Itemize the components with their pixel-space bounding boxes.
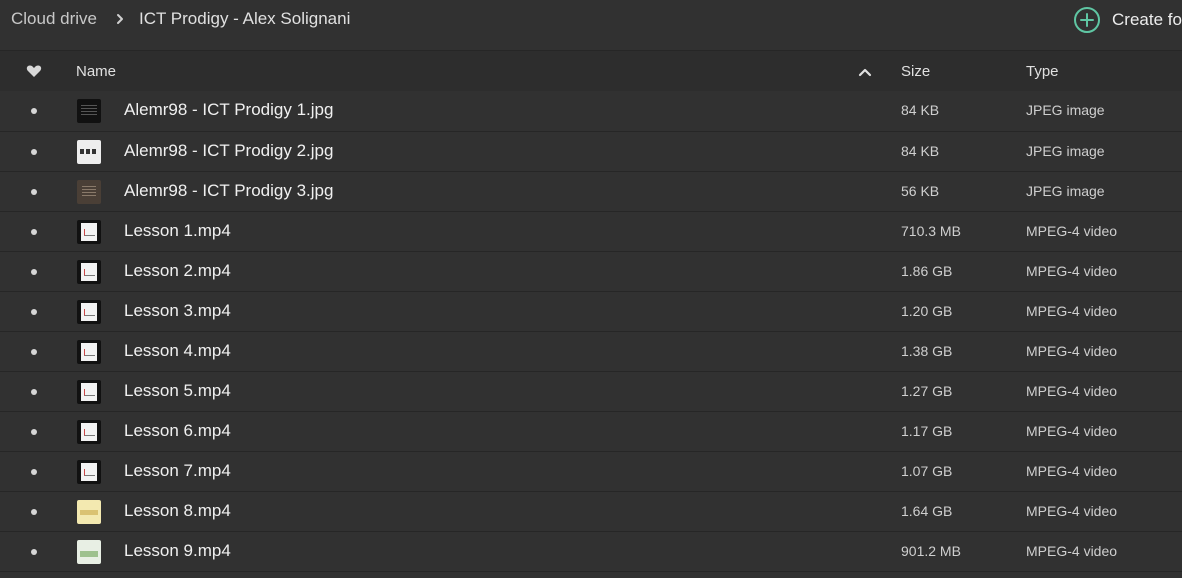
- file-thumbnail: [77, 460, 101, 484]
- file-type: MPEG-4 video: [1026, 303, 1118, 319]
- file-type: MPEG-4 video: [1026, 223, 1118, 239]
- file-type: MPEG-4 video: [1026, 343, 1118, 359]
- row-bullet: [31, 509, 37, 515]
- file-size: 1.20 GB: [901, 303, 953, 319]
- file-thumbnail: [77, 380, 101, 404]
- file-thumbnail: [77, 140, 101, 164]
- file-size: 84 KB: [901, 143, 940, 159]
- row-bullet: [31, 189, 37, 195]
- file-type: MPEG-4 video: [1026, 383, 1118, 399]
- file-thumbnail: [77, 340, 101, 364]
- table-row[interactable]: Lesson 7.mp4 1.07 GB MPEG-4 video: [0, 452, 1182, 492]
- top-bar: Cloud drive ICT Prodigy - Alex Solignani…: [0, 0, 1182, 50]
- file-size: 1.07 GB: [901, 463, 953, 479]
- table-row[interactable]: Lesson 9.mp4 901.2 MB MPEG-4 video: [0, 532, 1182, 572]
- file-name: Alemr98 - ICT Prodigy 3.jpg: [124, 181, 334, 200]
- file-thumbnail: [77, 220, 101, 244]
- row-bullet: [31, 269, 37, 275]
- row-bullet: [31, 108, 37, 114]
- file-thumbnail: [77, 540, 101, 564]
- file-name: Lesson 9.mp4: [124, 541, 231, 560]
- file-name: Alemr98 - ICT Prodigy 2.jpg: [124, 141, 334, 160]
- file-thumbnail: [77, 300, 101, 324]
- row-bullet: [31, 389, 37, 395]
- file-name: Lesson 5.mp4: [124, 381, 231, 400]
- row-bullet: [31, 469, 37, 475]
- column-header-name[interactable]: Name: [76, 63, 116, 80]
- row-bullet: [31, 229, 37, 235]
- file-size: 84 KB: [901, 102, 940, 118]
- file-type: MPEG-4 video: [1026, 543, 1118, 559]
- file-size: 1.17 GB: [901, 423, 953, 439]
- file-type: MPEG-4 video: [1026, 263, 1118, 279]
- breadcrumb-cloud-drive[interactable]: Cloud drive: [11, 9, 97, 29]
- file-name: Lesson 6.mp4: [124, 421, 231, 440]
- file-size: 1.27 GB: [901, 383, 953, 399]
- create-folder-label: Create fo: [1112, 10, 1182, 29]
- table-row[interactable]: Alemr98 - ICT Prodigy 3.jpg 56 KB JPEG ima…: [0, 172, 1182, 212]
- create-folder-button[interactable]: Create fo: [1073, 6, 1182, 34]
- chevron-right-icon: [117, 14, 123, 24]
- file-name: Lesson 2.mp4: [124, 261, 231, 280]
- file-type: JPEG image: [1026, 143, 1105, 159]
- file-name: Lesson 3.mp4: [124, 301, 231, 320]
- file-thumbnail: [77, 260, 101, 284]
- file-thumbnail: [77, 180, 101, 204]
- file-name: Lesson 4.mp4: [124, 341, 231, 360]
- column-header-type[interactable]: Type: [1026, 63, 1059, 80]
- chevron-up-icon[interactable]: [858, 67, 872, 77]
- file-thumbnail: [77, 99, 101, 123]
- file-size: 1.64 GB: [901, 503, 953, 519]
- row-bullet: [31, 549, 37, 555]
- table-row[interactable]: Lesson 2.mp4 1.86 GB MPEG-4 video: [0, 252, 1182, 292]
- row-bullet: [31, 429, 37, 435]
- file-size: 901.2 MB: [901, 543, 961, 559]
- file-name: Lesson 1.mp4: [124, 221, 231, 240]
- breadcrumb-current-folder[interactable]: ICT Prodigy - Alex Solignani: [139, 9, 350, 29]
- row-bullet: [31, 149, 37, 155]
- file-name: Lesson 8.mp4: [124, 501, 231, 520]
- table-header: Name Size Type: [0, 50, 1182, 92]
- file-type: MPEG-4 video: [1026, 463, 1118, 479]
- table-row[interactable]: Lesson 4.mp4 1.38 GB MPEG-4 video: [0, 332, 1182, 372]
- heart-icon[interactable]: [26, 64, 42, 78]
- table-row[interactable]: Lesson 5.mp4 1.27 GB MPEG-4 video: [0, 372, 1182, 412]
- file-type: JPEG image: [1026, 183, 1105, 199]
- table-row[interactable]: Lesson 3.mp4 1.20 GB MPEG-4 video: [0, 292, 1182, 332]
- file-size: 56 KB: [901, 183, 940, 199]
- file-name: Lesson 7.mp4: [124, 461, 231, 480]
- file-list: Alemr98 - ICT Prodigy 1.jpg 84 KB JPEG ima…: [0, 91, 1182, 572]
- table-row[interactable]: Lesson 6.mp4 1.17 GB MPEG-4 video: [0, 412, 1182, 452]
- column-header-size[interactable]: Size: [901, 63, 930, 80]
- plus-circle-icon: [1074, 7, 1100, 33]
- table-row[interactable]: Alemr98 - ICT Prodigy 1.jpg 84 KB JPEG ima…: [0, 91, 1182, 132]
- file-thumbnail: [77, 420, 101, 444]
- file-size: 710.3 MB: [901, 223, 961, 239]
- file-size: 1.38 GB: [901, 343, 953, 359]
- row-bullet: [31, 349, 37, 355]
- file-type: MPEG-4 video: [1026, 503, 1118, 519]
- file-name: Alemr98 - ICT Prodigy 1.jpg: [124, 100, 334, 119]
- table-row[interactable]: Lesson 8.mp4 1.64 GB MPEG-4 video: [0, 492, 1182, 532]
- file-size: 1.86 GB: [901, 263, 953, 279]
- file-type: MPEG-4 video: [1026, 423, 1118, 439]
- row-bullet: [31, 309, 37, 315]
- file-type: JPEG image: [1026, 102, 1105, 118]
- file-thumbnail: [77, 500, 101, 524]
- table-row[interactable]: Alemr98 - ICT Prodigy 2.jpg 84 KB JPEG ima…: [0, 132, 1182, 172]
- table-row[interactable]: Lesson 1.mp4 710.3 MB MPEG-4 video: [0, 212, 1182, 252]
